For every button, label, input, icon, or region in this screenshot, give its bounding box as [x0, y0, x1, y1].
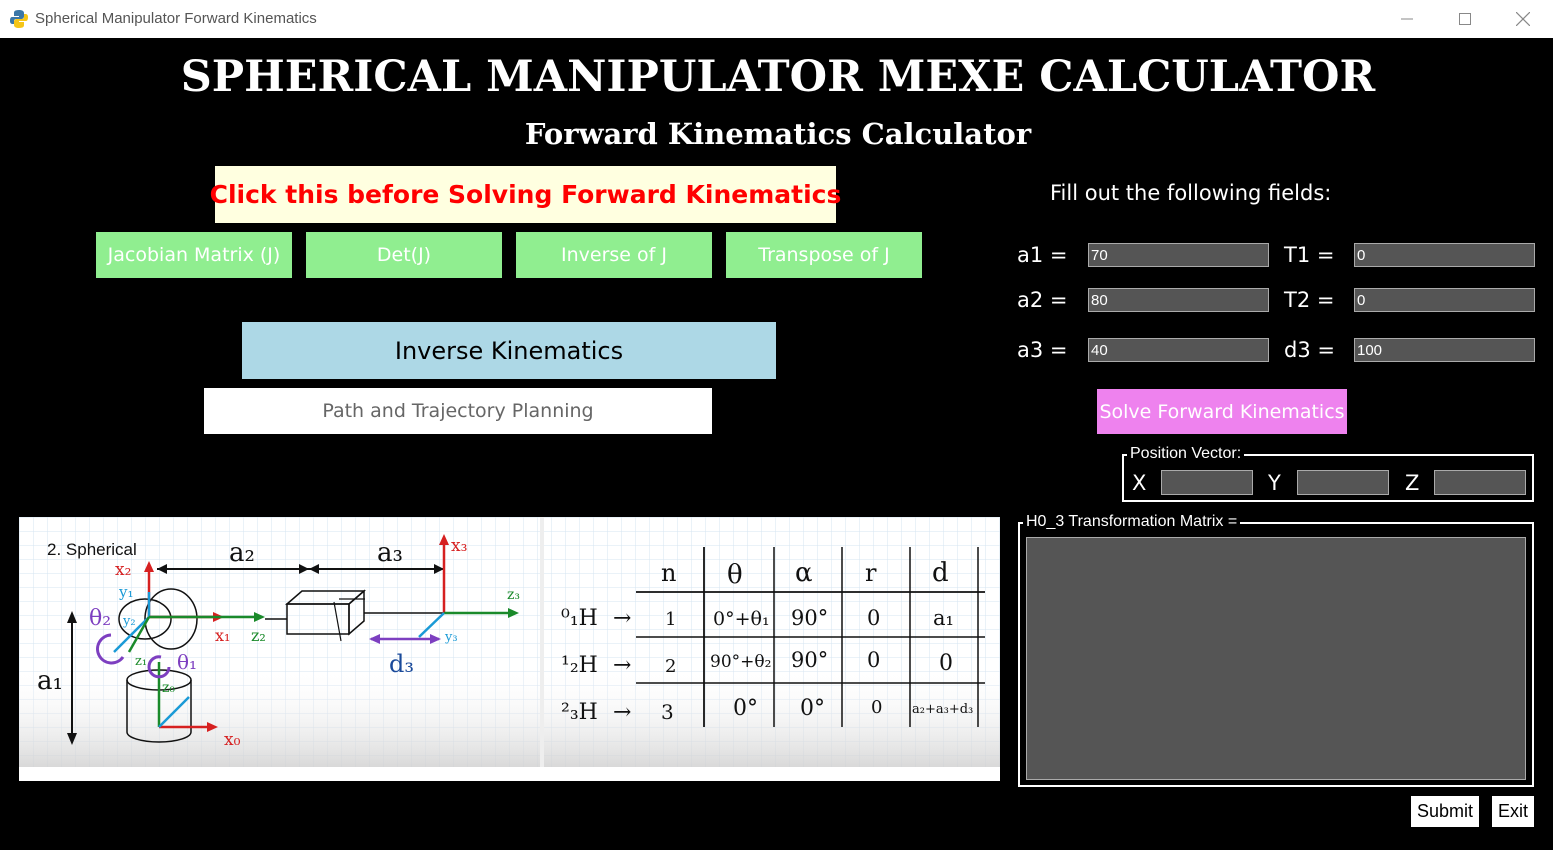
a3-label: a3 =	[1017, 338, 1068, 362]
label-z1: z₁	[135, 654, 147, 669]
minimize-icon	[1401, 18, 1413, 20]
t1-input[interactable]	[1354, 243, 1535, 267]
t2-label: T2 =	[1284, 288, 1335, 312]
x-label: X	[1132, 471, 1147, 495]
row3-arrow: →	[613, 700, 631, 725]
minimize-button[interactable]	[1378, 0, 1436, 38]
label-d3: d₃	[389, 650, 414, 678]
inverse-kinematics-button[interactable]: Inverse Kinematics	[242, 322, 776, 379]
matrix-output[interactable]	[1026, 537, 1526, 780]
row3-r: 0	[871, 697, 882, 718]
dh-diagram-image: 2. Spherical a₂ a₃ a₁ x₀ z₀ x₂ y₁ y₂ x₁ …	[19, 517, 1000, 781]
a1-label: a1 =	[1017, 243, 1068, 267]
row3-alpha: 0°	[800, 696, 825, 721]
table-header-theta: θ	[727, 560, 743, 590]
row2-d: 0	[939, 651, 953, 676]
d3-label: d3 =	[1284, 338, 1335, 362]
label-x0: x₀	[224, 730, 241, 750]
row2-arrow: →	[613, 653, 631, 678]
row1-r: 0	[867, 606, 880, 630]
label-a1: a₁	[37, 666, 63, 696]
det-j-button[interactable]: Det(J)	[306, 232, 502, 278]
path-trajectory-button[interactable]: Path and Trajectory Planning	[204, 388, 712, 434]
python-icon	[10, 10, 28, 28]
label-theta2: θ₂	[89, 606, 111, 631]
label-y3: y₃	[444, 630, 458, 645]
diagram-caption: 2. Spherical	[47, 540, 137, 559]
d3-input[interactable]	[1354, 338, 1535, 362]
x-output[interactable]	[1161, 470, 1253, 495]
row1-theta: 0°+θ₁	[713, 608, 770, 630]
label-x3: x₃	[451, 536, 467, 556]
row3-n: 3	[661, 700, 674, 724]
row3-theta: 0°	[733, 696, 758, 721]
label-y1: y₁	[118, 583, 134, 601]
row3-h: ²₃H	[561, 700, 598, 725]
a2-label: a2 =	[1017, 288, 1068, 312]
row2-theta: 90°+θ₂	[710, 652, 771, 672]
table-header-d: d	[932, 558, 949, 588]
a1-input[interactable]	[1088, 243, 1269, 267]
y-label: Y	[1268, 471, 1281, 495]
label-x2: x₂	[115, 560, 131, 580]
label-a3: a₃	[377, 538, 403, 568]
table-header-alpha: α	[795, 558, 813, 588]
z-output[interactable]	[1434, 470, 1526, 495]
row2-r: 0	[867, 648, 880, 672]
table-header-n: n	[661, 559, 676, 587]
app-title: SPHERICAL MANIPULATOR MEXE CALCULATOR	[180, 52, 1376, 102]
row1-alpha: 90°	[791, 606, 828, 630]
label-z0: z₀	[162, 680, 175, 696]
y-output[interactable]	[1297, 470, 1389, 495]
maximize-icon	[1459, 13, 1471, 25]
position-vector-title: Position Vector:	[1127, 445, 1245, 463]
close-icon	[1516, 12, 1530, 26]
inverse-j-button[interactable]: Inverse of J	[516, 232, 712, 278]
jacobian-warning-button[interactable]: Click this before Solving Forward Kinema…	[210, 166, 841, 223]
row1-n: 1	[665, 609, 676, 630]
label-theta1: θ₁	[177, 650, 197, 674]
z-label: Z	[1405, 471, 1420, 495]
maximize-button[interactable]	[1436, 0, 1494, 38]
app-subtitle: Forward Kinematics Calculator	[524, 117, 1032, 151]
table-header-r: r	[865, 559, 877, 587]
row2-alpha: 90°	[791, 648, 828, 672]
jacobian-matrix-button[interactable]: Jacobian Matrix (J)	[96, 232, 292, 278]
close-button[interactable]	[1494, 0, 1552, 38]
label-x1: x₁	[215, 626, 230, 645]
submit-button[interactable]: Submit	[1411, 796, 1479, 827]
row2-h: ¹₂H	[561, 653, 598, 678]
form-instruction: Fill out the following fields:	[1050, 181, 1332, 205]
t1-label: T1 =	[1284, 243, 1335, 267]
a2-input[interactable]	[1088, 288, 1269, 312]
matrix-title: H0_3 Transformation Matrix =	[1023, 513, 1241, 531]
transpose-j-button[interactable]: Transpose of J	[726, 232, 922, 278]
t2-input[interactable]	[1354, 288, 1535, 312]
label-z2: z₂	[251, 626, 266, 645]
row3-d: a₂+a₃+d₃	[912, 702, 973, 717]
window-title: Spherical Manipulator Forward Kinematics	[35, 10, 317, 27]
label-z3: z₃	[507, 587, 520, 603]
row2-n: 2	[665, 656, 676, 677]
row1-d: a₁	[933, 606, 954, 630]
window-titlebar: Spherical Manipulator Forward Kinematics	[0, 0, 1556, 38]
solve-forward-kinematics-button[interactable]: Solve Forward Kinematics	[1097, 389, 1347, 434]
row1-arrow: →	[613, 606, 631, 631]
row1-h: ⁰₁H	[561, 606, 598, 631]
label-a2: a₂	[229, 538, 255, 568]
exit-button[interactable]: Exit	[1492, 796, 1534, 827]
dh-diagram-svg: 2. Spherical a₂ a₃ a₁ x₀ z₀ x₂ y₁ y₂ x₁ …	[19, 517, 1000, 767]
label-y2: y₂	[122, 614, 136, 629]
a3-input[interactable]	[1088, 338, 1269, 362]
